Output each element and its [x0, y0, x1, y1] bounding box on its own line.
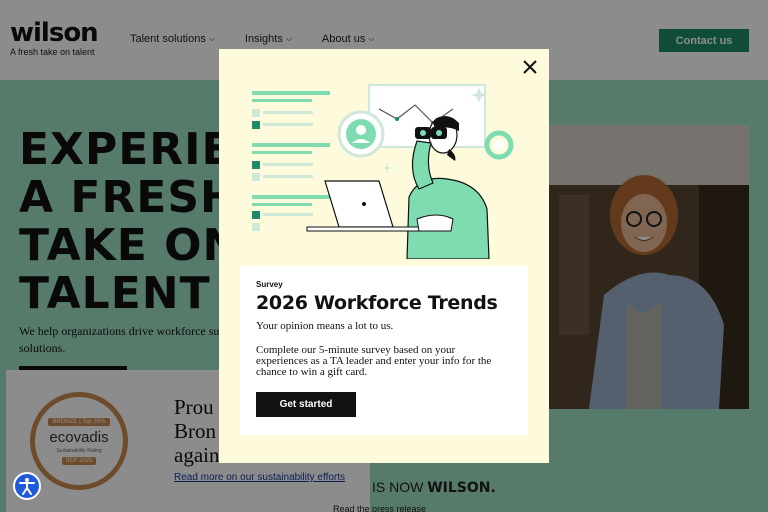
accessibility-icon[interactable]	[13, 472, 41, 500]
survey-modal: Survey 2026 Workforce Trends Your opinio…	[219, 49, 549, 463]
survey-kicker: Survey	[256, 280, 283, 289]
close-icon[interactable]	[521, 58, 539, 76]
survey-card: Survey 2026 Workforce Trends Your opinio…	[240, 266, 528, 435]
survey-description: Complete our 5-minute survey based on yo…	[256, 344, 492, 378]
survey-title: 2026 Workforce Trends	[256, 292, 498, 314]
survey-illustration	[252, 84, 514, 259]
survey-intro: Your opinion means a lot to us.	[256, 320, 394, 332]
get-started-button[interactable]: Get started	[256, 392, 356, 417]
